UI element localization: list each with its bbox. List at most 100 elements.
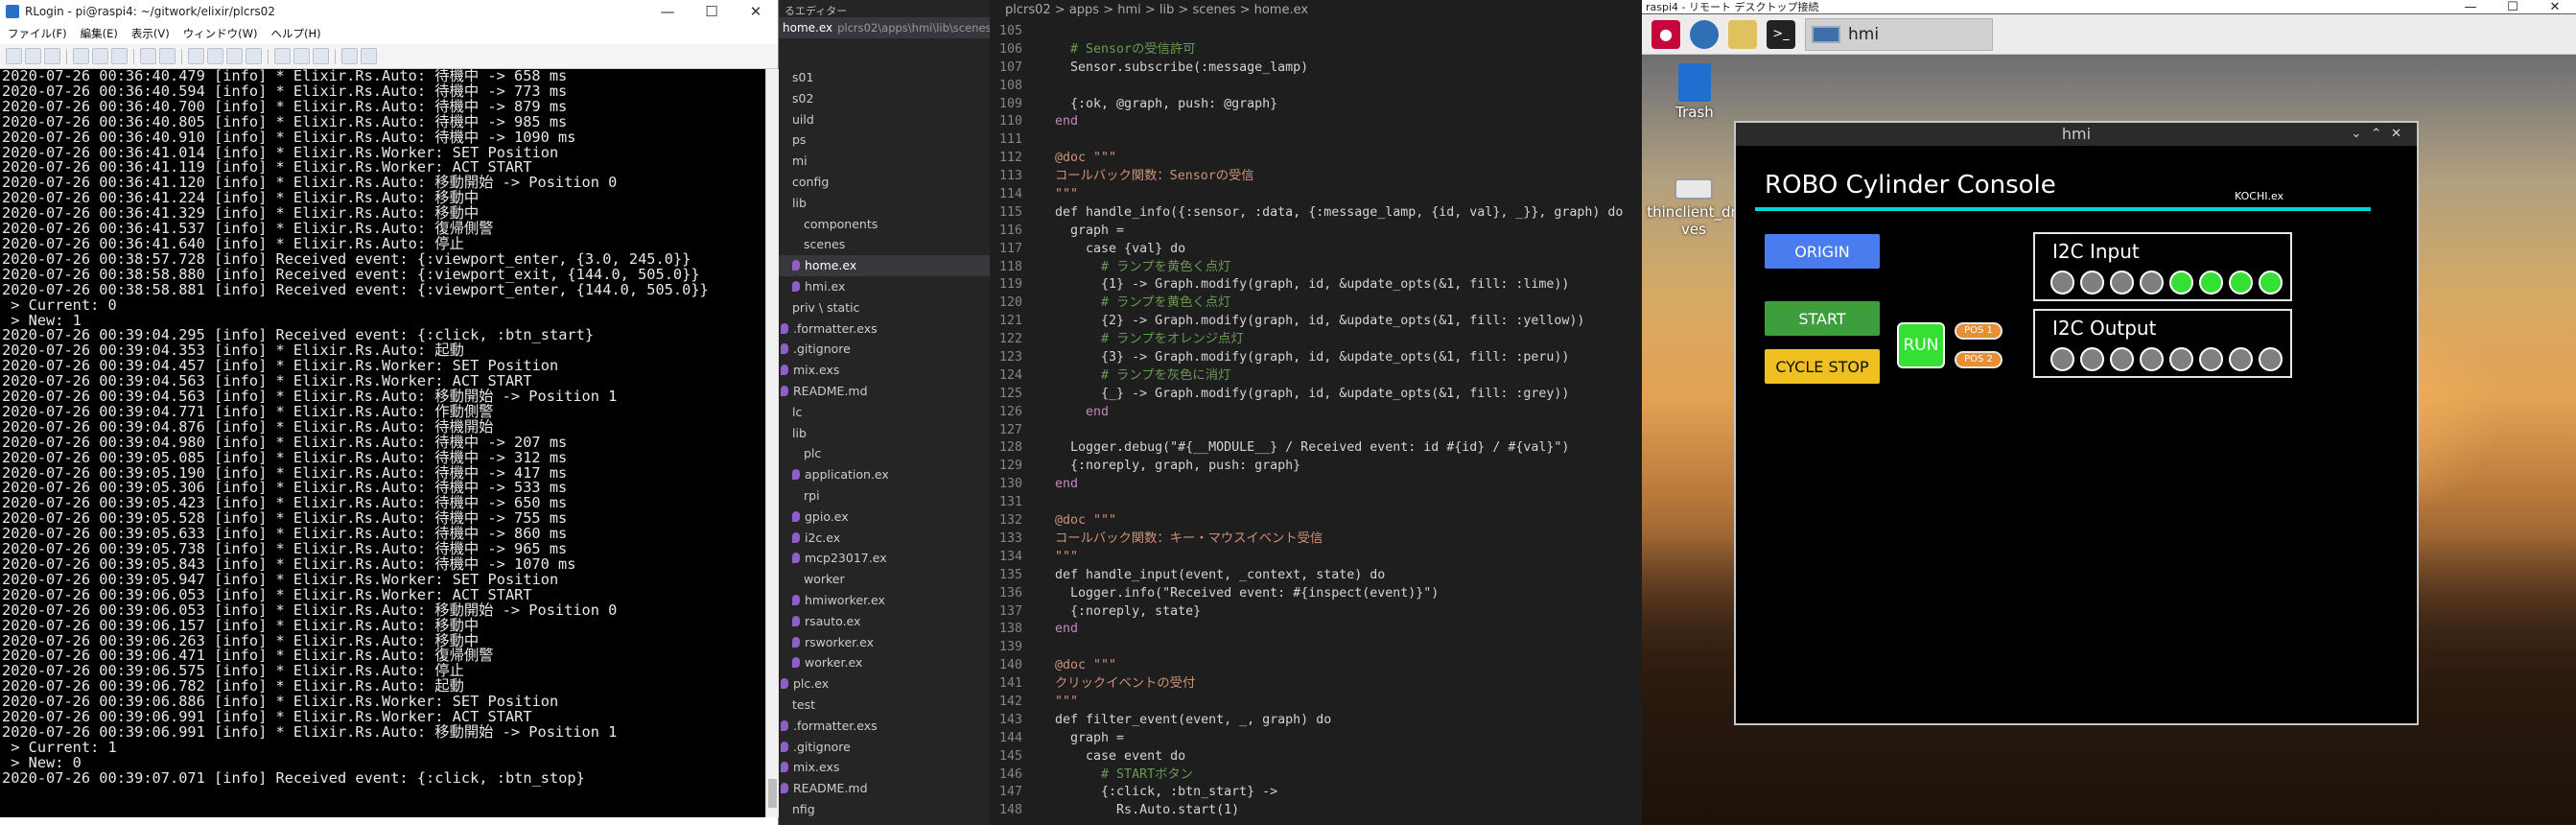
remote-maximize-icon[interactable]: ☐ <box>2492 0 2534 14</box>
code-editor[interactable]: plcrs02 > apps > hmi > lib > scenes > ho… <box>990 0 1642 825</box>
remote-minimize-icon[interactable]: — <box>2449 0 2492 14</box>
menu-view[interactable]: 表示(V) <box>131 26 170 41</box>
scrollbar-thumb[interactable] <box>768 779 777 808</box>
ascii-icon[interactable] <box>226 48 243 64</box>
settings-icon[interactable] <box>341 48 358 64</box>
file-item[interactable]: hmiworker.ex <box>779 590 990 611</box>
terminal-menubar: ファイル(F) 編集(E) 表示(V) ウィンドウ(W) ヘルプ(H) <box>0 23 778 44</box>
folder-item[interactable]: lib <box>779 423 990 444</box>
maximize-icon[interactable]: ☐ <box>690 3 734 20</box>
line-text: # ランプを灰色に消灯 <box>1040 367 1231 383</box>
file-item[interactable]: .gitignore <box>779 737 990 758</box>
save-icon[interactable] <box>44 48 60 64</box>
file-manager-icon[interactable] <box>1728 19 1757 49</box>
new-connection-icon[interactable] <box>6 48 22 64</box>
folder-item[interactable]: uild <box>779 109 990 130</box>
open-editors-header[interactable]: るエディター <box>779 0 990 17</box>
file-item[interactable]: mcp23017.ex <box>779 548 990 569</box>
browser-icon[interactable] <box>1690 19 1719 49</box>
file-item[interactable]: application.ex <box>779 464 990 485</box>
utf8-icon[interactable] <box>246 48 262 64</box>
file-item[interactable]: mix.exs <box>779 757 990 778</box>
file-item[interactable]: README.md <box>779 778 990 799</box>
folder-item[interactable]: components <box>779 214 990 235</box>
split-icon[interactable] <box>313 48 329 64</box>
tree-item-label: ps <box>792 132 807 148</box>
folder-item[interactable]: s02 <box>779 88 990 109</box>
terminal-icon[interactable]: >_ <box>1767 19 1795 49</box>
folder-item[interactable]: s01 <box>779 67 990 88</box>
folder-item[interactable]: rpi <box>779 485 990 507</box>
raspberry-menu-icon[interactable]: ● <box>1651 19 1680 49</box>
code-area[interactable]: 105 106 # Sensorの受信許可 107 Sensor.subscribe… <box>990 23 1642 820</box>
folder-item[interactable]: config <box>779 172 990 193</box>
file-item[interactable]: gpio.ex <box>779 507 990 528</box>
folder-item[interactable]: lc <box>779 402 990 423</box>
paste-icon[interactable] <box>92 48 108 64</box>
folder-item[interactable]: plc <box>779 443 990 464</box>
window-icon[interactable] <box>293 48 310 64</box>
hmi-window[interactable]: hmi ⌄⌃✕ ROBO Cylinder Console KOCHI.ex O… <box>1734 121 2419 725</box>
folder-item[interactable]: test <box>779 695 990 716</box>
file-item[interactable]: .gitignore <box>779 339 990 360</box>
file-item[interactable]: home.ex <box>779 255 990 276</box>
code-line: 134 """ <box>990 549 1642 567</box>
trash-desktop-icon[interactable]: Trash <box>1651 63 1738 121</box>
code-line: 108 <box>990 78 1642 96</box>
line-text: {:click, :btn_start} -> <box>1040 785 1278 800</box>
file-item[interactable]: i2c.ex <box>779 528 990 549</box>
file-item[interactable]: README.md <box>779 381 990 402</box>
menu-window[interactable]: ウィンドウ(W) <box>183 26 258 41</box>
line-text: コールバック関数：キー・マウスイベント受信 <box>1040 530 1323 546</box>
terminal-window[interactable]: RLogin - pi@raspi4: ~/gitwork/elixir/plc… <box>0 0 779 825</box>
cycle-stop-button[interactable]: CYCLE STOP <box>1765 349 1880 384</box>
terminal-screen[interactable]: 2020-07-26 00:36:40.479 [info] * Elixir.… <box>0 69 765 817</box>
help-icon[interactable] <box>361 48 377 64</box>
folder-item[interactable]: scenes <box>779 234 990 255</box>
folder-item[interactable]: priv \ static <box>779 297 990 318</box>
file-item[interactable]: .formatter.exs <box>779 318 990 340</box>
euc-icon[interactable] <box>188 48 204 64</box>
breadcrumb[interactable]: plcrs02 > apps > hmi > lib > scenes > ho… <box>990 0 1642 21</box>
menu-file[interactable]: ファイル(F) <box>8 26 67 41</box>
terminal-titlebar[interactable]: RLogin - pi@raspi4: ~/gitwork/elixir/plc… <box>0 0 778 23</box>
sjis-icon[interactable] <box>207 48 223 64</box>
file-item[interactable]: plc.ex <box>779 673 990 695</box>
menu-edit[interactable]: 編集(E) <box>81 26 118 41</box>
menu-help[interactable]: ヘルプ(H) <box>271 26 321 41</box>
file-item[interactable]: worker.ex <box>779 652 990 673</box>
play-icon[interactable] <box>159 48 176 64</box>
tree-item-label: s01 <box>792 70 814 84</box>
taskbar-hmi-button[interactable]: hmi <box>1805 17 1993 51</box>
file-item[interactable]: hmi.ex <box>779 276 990 297</box>
open-editor-item[interactable]: home.ex plcrs02\apps\hmi\lib\scenes <box>779 17 992 38</box>
elixir-file-icon <box>781 678 788 690</box>
code-line: 125 {_} -> Graph.modify(graph, id, &upda… <box>990 386 1642 404</box>
minimize-icon[interactable]: — <box>645 3 690 20</box>
file-item[interactable]: mix.exs <box>779 360 990 381</box>
folder-item[interactable]: nfig <box>779 799 990 820</box>
file-item[interactable]: .formatter.exs <box>779 716 990 737</box>
folder-item[interactable]: mi <box>779 151 990 172</box>
thinclient-drives-desktop-icon[interactable]: thinclient_drives <box>1646 178 1742 238</box>
stop-icon[interactable] <box>140 48 156 64</box>
print-icon[interactable] <box>111 48 128 64</box>
copy-icon[interactable] <box>73 48 89 64</box>
hmi-window-controls[interactable]: ⌄⌃✕ <box>2351 123 2411 146</box>
remote-close-icon[interactable]: ✕ <box>2534 0 2576 14</box>
origin-button[interactable]: ORIGIN <box>1765 234 1880 269</box>
open-icon[interactable] <box>25 48 41 64</box>
folder-item[interactable]: worker <box>779 569 990 590</box>
screen-icon[interactable] <box>274 48 291 64</box>
hmi-titlebar[interactable]: hmi ⌄⌃✕ <box>1736 123 2417 146</box>
remote-titlebar[interactable]: raspi4 - リモート デスクトップ接続 — ☐ ✕ <box>1642 0 2576 14</box>
folder-item[interactable]: ps <box>779 130 990 151</box>
file-item[interactable]: rsauto.ex <box>779 611 990 632</box>
terminal-scrollbar[interactable] <box>765 69 779 817</box>
start-button[interactable]: START <box>1765 301 1880 336</box>
folder-item[interactable]: lib <box>779 193 990 214</box>
close-icon[interactable]: ✕ <box>734 3 778 20</box>
file-item[interactable]: rsworker.ex <box>779 632 990 653</box>
line-number: 125 <box>998 386 1022 401</box>
remote-desktop-window[interactable]: raspi4 - リモート デスクトップ接続 — ☐ ✕ ● >_ hmi Tr… <box>1642 0 2576 825</box>
